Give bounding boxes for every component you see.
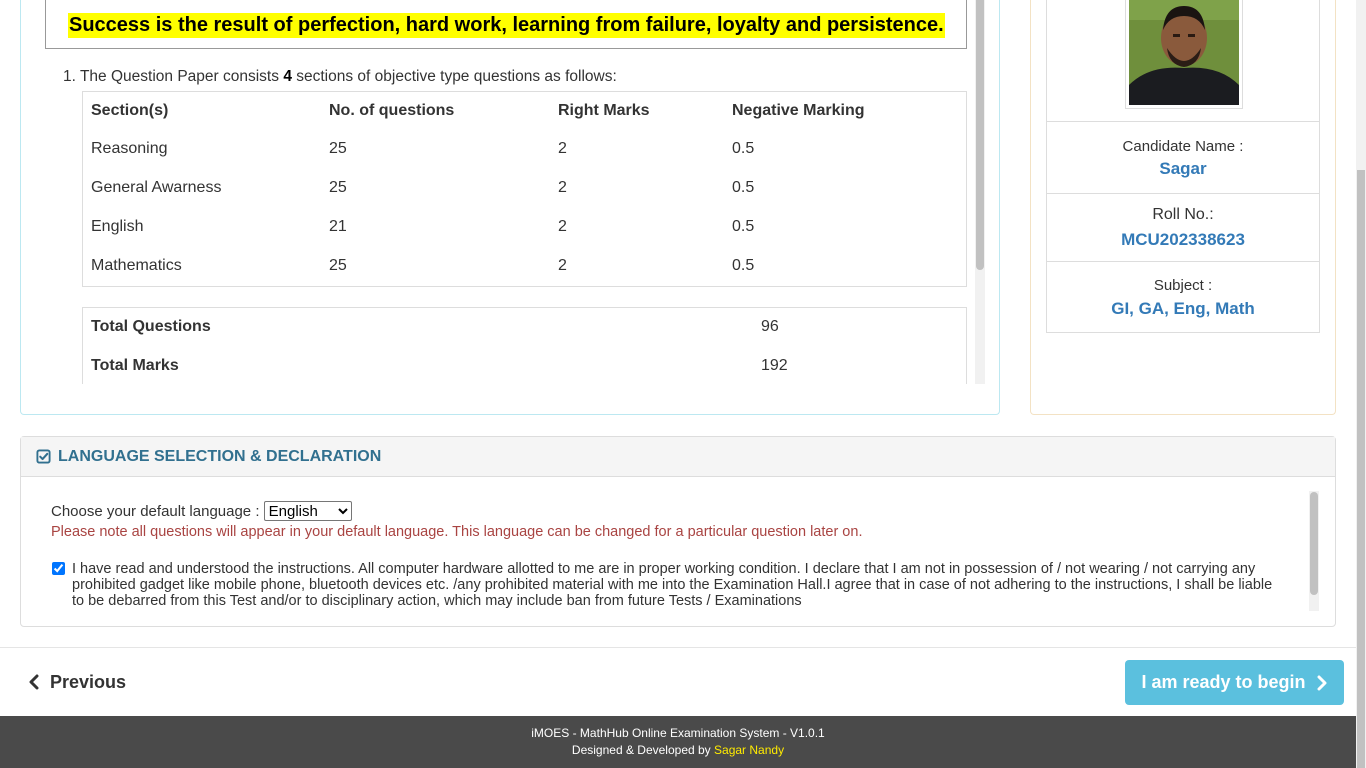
language-panel-title: LANGUAGE SELECTION & DECLARATION: [58, 447, 382, 465]
table-cell: 25: [329, 257, 347, 274]
table-cell: Reasoning: [91, 140, 168, 157]
instructions-scrollbar[interactable]: [975, 0, 985, 384]
language-panel-scrollbar[interactable]: [1309, 491, 1319, 611]
previous-button[interactable]: Previous: [28, 668, 126, 696]
choose-language-label: Choose your default language :: [51, 503, 260, 520]
subject-value: GI, GA, Eng, Math: [1111, 299, 1255, 318]
candidate-name-value: Sagar: [1159, 159, 1207, 178]
chevron-right-icon: [1317, 675, 1327, 690]
table-cell: 2: [558, 218, 567, 235]
motivational-quote: Success is the result of perfection, har…: [68, 13, 945, 38]
instruction-text-after: sections of objective type questions as …: [296, 68, 617, 85]
table-cell: General Awarness: [91, 179, 222, 196]
table-cell: English: [91, 218, 144, 235]
roll-number-row: Roll No.: MCU202338623: [1047, 194, 1319, 262]
table-cell: 0.5: [732, 140, 755, 157]
declaration-text: I have read and understood the instructi…: [72, 561, 1273, 609]
instruction-item-1: 1. The Question Paper consists 4 section…: [63, 68, 617, 86]
declaration-checkbox[interactable]: [52, 562, 65, 575]
candidate-photo-row: [1047, 0, 1319, 122]
chevron-left-icon: [29, 674, 39, 690]
table-cell: 2: [558, 140, 567, 157]
candidate-name-row: Candidate Name : Sagar: [1047, 122, 1319, 194]
instruction-number: 1.: [63, 68, 76, 85]
table-cell: Mathematics: [91, 257, 182, 274]
table-cell: 0.5: [732, 218, 755, 235]
footer: iMOES - MathHub Online Examination Syste…: [0, 716, 1356, 768]
table-cell: 0.5: [732, 179, 755, 196]
instructions-scroll-area[interactable]: Success is the result of perfection, har…: [45, 0, 985, 384]
total-marks-value: 192: [761, 357, 788, 374]
total-questions-label: Total Questions: [91, 318, 211, 335]
table-cell: 21: [329, 218, 347, 235]
nav-divider: [0, 647, 1356, 648]
language-panel-header: LANGUAGE SELECTION & DECLARATION: [21, 437, 1335, 477]
language-select[interactable]: English: [263, 501, 352, 521]
developer-link[interactable]: Sagar Nandy: [714, 743, 784, 757]
table-header-negative-marking: Negative Marking: [732, 102, 865, 119]
page-scrollbar[interactable]: [1356, 0, 1366, 768]
instructions-panel: Success is the result of perfection, har…: [20, 0, 1000, 415]
check-square-icon: [36, 449, 51, 464]
candidate-panel: Candidate Name : Sagar Roll No.: MCU2023…: [1030, 0, 1336, 415]
sections-count: 4: [283, 68, 292, 85]
ready-to-begin-button[interactable]: I am ready to begin: [1125, 660, 1344, 705]
candidate-photo: [1129, 0, 1239, 105]
roll-number-value: MCU202338623: [1121, 230, 1245, 249]
language-declaration-panel: LANGUAGE SELECTION & DECLARATION Choose …: [20, 436, 1336, 627]
table-header-right-marks: Right Marks: [558, 102, 650, 119]
footer-designed-by: Designed & Developed by: [571, 743, 711, 757]
footer-credits: Designed & Developed by Sagar Nandy: [0, 743, 1356, 757]
total-questions-value: 96: [761, 318, 779, 335]
ready-to-begin-label: I am ready to begin: [1141, 672, 1306, 692]
table-cell: 25: [329, 179, 347, 196]
quote-box: Success is the result of perfection, har…: [45, 0, 967, 49]
candidate-info-list: Candidate Name : Sagar Roll No.: MCU2023…: [1046, 0, 1320, 333]
table-cell: 2: [558, 179, 567, 196]
table-header-section: Section(s): [91, 102, 169, 119]
candidate-photo-frame: [1125, 0, 1243, 109]
sections-table: Section(s) No. of questions Right Marks …: [82, 91, 967, 287]
candidate-photo-image: [1129, 0, 1239, 105]
language-choice-row: Choose your default language : English: [51, 501, 352, 521]
totals-table: Total Questions 96 Total Marks 192: [82, 307, 967, 384]
table-header-questions: No. of questions: [329, 102, 455, 119]
previous-button-label: Previous: [50, 671, 127, 692]
footer-system-name: iMOES - MathHub Online Examination Syste…: [531, 726, 825, 740]
roll-number-label: Roll No.:: [1152, 206, 1214, 223]
total-marks-label: Total Marks: [91, 357, 179, 374]
candidate-name-label: Candidate Name :: [1122, 138, 1244, 155]
subject-label: Subject :: [1153, 277, 1213, 294]
table-cell: 2: [558, 257, 567, 274]
page-scrollbar-thumb[interactable]: [1357, 170, 1365, 768]
instructions-scrollbar-thumb[interactable]: [976, 0, 984, 270]
table-cell: 0.5: [732, 257, 755, 274]
instruction-text-before: The Question Paper consists: [79, 68, 279, 85]
subject-row: Subject : GI, GA, Eng, Math: [1047, 262, 1319, 333]
language-panel-scrollbar-thumb[interactable]: [1310, 492, 1318, 595]
language-note: Please note all questions will appear in…: [51, 524, 863, 540]
table-cell: 25: [329, 140, 347, 157]
